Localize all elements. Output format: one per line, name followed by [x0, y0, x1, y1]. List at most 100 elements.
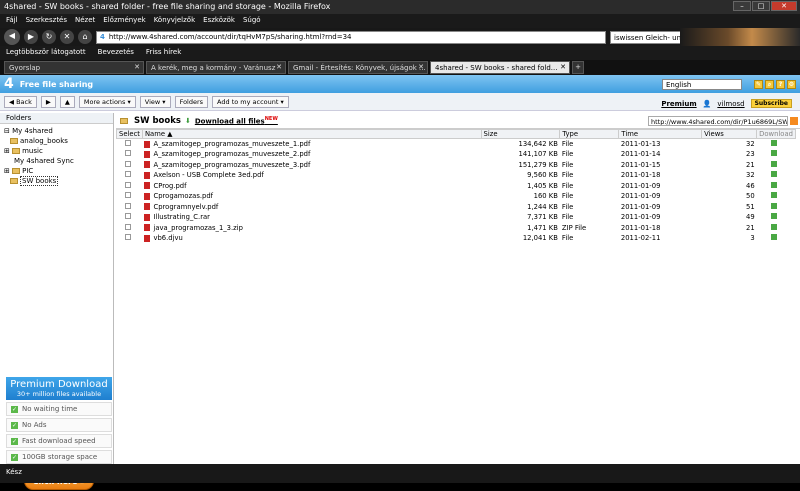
new-tab-button[interactable]: + [572, 61, 584, 74]
tree-item[interactable]: ⊞ PIC [4, 166, 109, 176]
url-bar[interactable]: 4 http://www.4shared.com/account/dir/tqH… [96, 30, 606, 44]
select-checkbox[interactable] [124, 202, 131, 209]
download-icon[interactable] [770, 181, 777, 188]
tree-item[interactable]: analog_books [4, 136, 109, 146]
home-icon[interactable]: ⌂ [78, 30, 92, 44]
select-checkbox[interactable] [124, 192, 131, 199]
table-row[interactable]: Axelson - USB Complete 3ed.pdf 9,560 KB … [117, 170, 796, 181]
menu-edit[interactable]: Szerkesztés [26, 16, 67, 26]
tree-item[interactable]: ⊞ music [4, 146, 109, 156]
bookmark-most-visited[interactable]: Legtöbbször látogatott [6, 48, 86, 58]
table-row[interactable]: Illustrating_C.rar 7,371 KB File 2011-01… [117, 212, 796, 223]
maximize-button[interactable]: □ [752, 1, 770, 11]
tree-item[interactable]: SW books [4, 176, 109, 186]
file-name-cell[interactable]: Axelson - USB Complete 3ed.pdf [142, 170, 481, 181]
avatar[interactable]: 👤 [703, 100, 712, 108]
download-icon[interactable] [770, 140, 777, 146]
col-views[interactable]: Views [701, 129, 758, 139]
file-name-cell[interactable]: Cprogramnyelv.pdf [142, 202, 481, 213]
subscribe-button[interactable]: Subscribe [750, 99, 792, 108]
tab-varanusz[interactable]: A kerék, meg a kormány - Varánusz ✕ [146, 61, 286, 74]
menu-bookmarks[interactable]: Könyvjelzők [154, 16, 195, 26]
file-name-cell[interactable]: A_szamitogep_programozas_muveszete_3.pdf [142, 160, 481, 171]
table-row[interactable]: Cprogramnyelv.pdf 1,244 KB File 2011-01-… [117, 202, 796, 213]
bookmark-getting-started[interactable]: Bevezetés [98, 48, 134, 58]
folder-link-field[interactable]: http://www.4shared.com/dir/P1u6869L/SW_b [648, 116, 788, 126]
edit-icon[interactable]: ✎ [754, 80, 763, 89]
promo-item-label: 100GB storage space [22, 453, 98, 461]
table-row[interactable]: java_programozas_1_3.zip 1,471 KB ZIP Fi… [117, 223, 796, 234]
download-icon[interactable] [770, 160, 777, 167]
file-name-cell[interactable]: java_programozas_1_3.zip [142, 223, 481, 234]
select-checkbox[interactable] [124, 223, 131, 230]
help-icon[interactable]: ? [776, 80, 785, 89]
menu-tools[interactable]: Eszközök [203, 16, 235, 26]
file-name-cell[interactable]: A_szamitogep_programozas_muveszete_1.pdf [142, 139, 481, 150]
folders-button[interactable]: Folders [174, 95, 209, 108]
tab-gmail[interactable]: Gmail - Értesítés: Könyvek, újságok ... ✕ [288, 61, 428, 74]
select-checkbox[interactable] [124, 140, 131, 146]
add-to-account-button[interactable]: Add to my account ▾ [212, 95, 289, 108]
menu-history[interactable]: Előzmények [103, 16, 145, 26]
download-icon[interactable] [770, 223, 777, 230]
select-checkbox[interactable] [124, 181, 131, 188]
language-select[interactable]: English [662, 79, 742, 90]
view-button[interactable]: View ▾ [139, 95, 171, 108]
tab-4shared[interactable]: 4shared - SW books - shared fold... ✕ [430, 61, 570, 74]
menu-help[interactable]: Súgó [243, 16, 261, 26]
download-icon[interactable] [770, 213, 777, 220]
col-size[interactable]: Size [480, 129, 561, 139]
file-name-cell[interactable]: CProg.pdf [142, 181, 481, 192]
search-icon[interactable]: ⌕ [765, 80, 774, 89]
rss-icon[interactable] [790, 117, 798, 125]
select-checkbox[interactable] [124, 213, 131, 220]
forward-button[interactable]: ▶ [40, 95, 56, 108]
username-link[interactable]: vilmosd [717, 100, 744, 108]
tree-item[interactable]: ⊟ My 4shared [4, 126, 109, 136]
table-row[interactable]: A_szamitogep_programozas_muveszete_2.pdf… [117, 149, 796, 160]
table-row[interactable]: A_szamitogep_programozas_muveszete_1.pdf… [117, 139, 796, 150]
4shared-logo-icon[interactable]: 4 [4, 76, 14, 92]
tab-speed-dial[interactable]: Gyorslap ✕ [4, 61, 144, 74]
table-row[interactable]: CProg.pdf 1,405 KB File 2011-01-09 46 [117, 181, 796, 192]
settings-icon[interactable]: ⚙ [787, 80, 796, 89]
select-checkbox[interactable] [124, 171, 131, 178]
download-icon[interactable] [770, 202, 777, 209]
col-time[interactable]: Time [618, 129, 703, 139]
table-row[interactable]: vb6.djvu 12,041 KB File 2011-02-11 3 [117, 233, 796, 244]
file-name-cell[interactable]: A_szamitogep_programozas_muveszete_2.pdf [142, 149, 481, 160]
download-icon[interactable] [770, 192, 777, 199]
select-checkbox[interactable] [124, 160, 131, 167]
col-name[interactable]: Name ▲ [141, 129, 482, 139]
table-row[interactable]: A_szamitogep_programozas_muveszete_3.pdf… [117, 160, 796, 171]
close-icon[interactable]: ✕ [418, 63, 424, 71]
download-icon[interactable] [770, 171, 777, 178]
download-all-link[interactable]: Download all filesNEW [195, 116, 278, 125]
minimize-button[interactable]: – [733, 1, 751, 11]
select-checkbox[interactable] [124, 234, 131, 241]
download-icon[interactable] [770, 150, 777, 157]
up-button[interactable]: ▲ [59, 95, 75, 108]
file-name-cell[interactable]: vb6.djvu [142, 233, 481, 244]
reload-icon[interactable]: ↻ [42, 30, 56, 44]
close-icon[interactable]: ✕ [134, 63, 140, 71]
tree-item[interactable]: My 4shared Sync [4, 156, 109, 166]
menu-file[interactable]: Fájl [6, 16, 18, 26]
more-actions-button[interactable]: More actions ▾ [78, 95, 136, 108]
menu-view[interactable]: Nézet [75, 16, 95, 26]
file-name-cell[interactable]: Cprogamozas.pdf [142, 191, 481, 202]
back-arrow-icon[interactable]: ◀ [4, 29, 20, 45]
download-icon[interactable] [770, 234, 777, 241]
select-checkbox[interactable] [124, 150, 131, 157]
col-type[interactable]: Type [559, 129, 620, 139]
close-button[interactable]: ✕ [771, 1, 797, 11]
table-row[interactable]: Cprogamozas.pdf 160 KB File 2011-01-09 5… [117, 191, 796, 202]
premium-link[interactable]: Premium [661, 100, 696, 108]
back-button[interactable]: ◀ Back [4, 95, 37, 108]
stop-icon[interactable]: ✕ [60, 30, 74, 44]
close-icon[interactable]: ✕ [560, 63, 566, 71]
forward-arrow-icon[interactable]: ▶ [24, 30, 38, 44]
bookmark-latest-headlines[interactable]: Friss hírek [146, 48, 181, 58]
close-icon[interactable]: ✕ [276, 63, 282, 71]
file-name-cell[interactable]: Illustrating_C.rar [142, 212, 481, 223]
